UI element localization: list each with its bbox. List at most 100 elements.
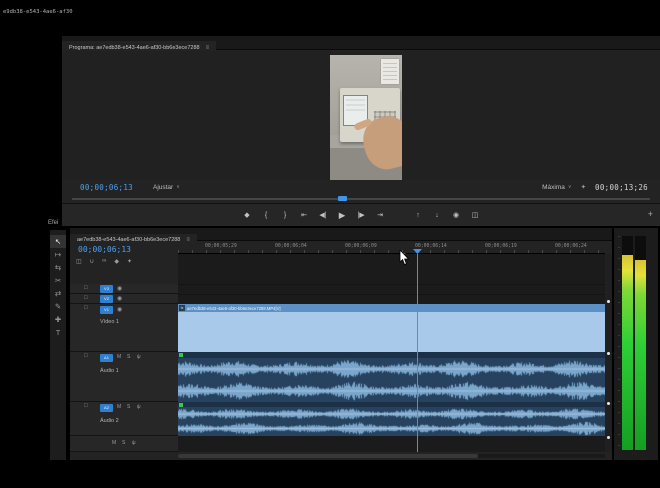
timeline-panel: ae7edb38-e543-4ae6-af30-bb6e3ece7288 ≡ 0… <box>70 228 612 460</box>
eye-icon[interactable]: ◉ <box>117 306 122 313</box>
snap-icon[interactable]: ∪ <box>90 258 94 265</box>
solo-button[interactable]: S <box>127 404 130 410</box>
audio-clip-a1[interactable] <box>178 352 605 402</box>
lift-button[interactable]: ↑ <box>412 212 424 219</box>
video-preview <box>330 55 402 180</box>
audio-meters-panel <box>614 228 658 460</box>
fx-badge-green[interactable] <box>179 353 183 357</box>
program-current-timecode[interactable]: 00;00;06;13 <box>80 183 133 192</box>
waveform-left <box>178 407 605 421</box>
mute-button[interactable]: M <box>117 354 121 360</box>
go-to-in-button[interactable]: ⇤ <box>298 211 310 219</box>
play-button[interactable]: ▶ <box>336 210 348 221</box>
go-to-out-button[interactable]: ⇥ <box>374 211 386 219</box>
track-target-v2[interactable]: V2 <box>100 295 113 303</box>
lock-icon[interactable]: □ <box>84 403 88 409</box>
lock-icon[interactable]: □ <box>84 353 88 359</box>
linked-selection-icon[interactable]: ∞ <box>102 258 106 265</box>
scrollbar-handle[interactable] <box>178 454 478 458</box>
playback-resolution-label: Máxima <box>542 184 565 191</box>
mute-button[interactable]: M <box>117 404 121 410</box>
audio-clip-a2[interactable] <box>178 402 605 436</box>
track-header-v1: □ V1 ◉ Vídeo 1 <box>70 304 178 352</box>
scrubber-playhead[interactable] <box>338 196 347 201</box>
program-duration-timecode: 00;00;13;26 <box>595 183 648 192</box>
meter-fill-right <box>635 260 646 450</box>
lock-icon[interactable]: □ <box>84 285 88 291</box>
step-forward-button[interactable]: |▶ <box>355 211 367 219</box>
add-marker-button[interactable]: ◆ <box>241 211 253 219</box>
selection-tool[interactable]: ↖ <box>50 235 66 248</box>
razor-tool[interactable]: ✂ <box>50 274 66 287</box>
mic-icon[interactable]: ψ <box>137 404 141 410</box>
track-name-audio2: Áudio 2 <box>100 418 119 424</box>
mouse-cursor <box>399 250 410 266</box>
track-target-v1[interactable]: V1 <box>100 306 113 314</box>
mute-button[interactable]: M <box>112 440 116 446</box>
playhead[interactable] <box>417 254 418 452</box>
fit-dropdown[interactable]: Ajustar ∨ <box>153 184 180 191</box>
settings-wrench-icon[interactable]: ✦ <box>581 183 586 191</box>
source-monitor-partial-tab[interactable]: e9db38-e543-4ae6-af30 <box>3 9 73 15</box>
solo-button[interactable]: S <box>122 440 125 446</box>
fx-badge[interactable]: fx <box>179 305 185 311</box>
track-resize-handle[interactable] <box>607 352 610 355</box>
tools-panel: ↖ ↦ ⇆ ✂ ⇄ ✎ ✚ T <box>50 230 66 460</box>
slip-tool[interactable]: ⇄ <box>50 287 66 300</box>
video-clip[interactable]: fx ae7edb38-e543-4ae6-af30-bb6e3ece7288.… <box>178 304 605 352</box>
track-header-a1: □ A1 M S ψ Áudio 1 <box>70 352 178 402</box>
track-resize-handle[interactable] <box>607 436 610 439</box>
track-resize-handle[interactable] <box>607 402 610 405</box>
solo-button[interactable]: S <box>127 354 130 360</box>
program-tab-bar: Programa: ae7edb38-e543-4ae6-af30-bb6e3e… <box>62 36 660 50</box>
meter-scale-ticks <box>618 236 620 450</box>
program-viewer <box>62 51 660 180</box>
sequence-tab-label: ae7edb38-e543-4ae6-af30-bb6e3ece7288 <box>77 237 180 243</box>
export-frame-button[interactable]: ◉ <box>450 211 462 219</box>
waveform-right <box>178 421 605 436</box>
track-target-a2[interactable]: A2 <box>100 404 113 412</box>
track-resize-handle[interactable] <box>607 300 610 303</box>
lock-icon[interactable]: □ <box>84 295 88 301</box>
button-editor-plus[interactable]: + <box>648 209 653 219</box>
timeline-current-timecode[interactable]: 00;00;06;13 <box>78 245 131 254</box>
chevron-down-icon: ∨ <box>176 184 180 190</box>
mic-icon[interactable]: ψ <box>137 354 141 360</box>
add-marker-icon[interactable]: ◆ <box>114 258 119 265</box>
pen-tool[interactable]: ✎ <box>50 300 66 313</box>
mark-in-button[interactable]: { <box>260 212 272 219</box>
ruler-label: 00;00;05;29 <box>205 244 237 249</box>
timeline-tab-bar: ae7edb38-e543-4ae6-af30-bb6e3ece7288 ≡ <box>70 228 612 241</box>
premiere-window: e9db38-e543-4ae6-af30 Programa: ae7edb38… <box>0 0 660 488</box>
step-back-button[interactable]: ◀| <box>317 211 329 219</box>
mark-out-button[interactable]: } <box>279 212 291 219</box>
timeline-horizontal-scrollbar[interactable] <box>178 454 605 458</box>
timeline-track-area[interactable]: fx ae7edb38-e543-4ae6-af30-bb6e3ece7288.… <box>178 254 605 452</box>
program-scrubber[interactable] <box>72 195 650 202</box>
eye-icon[interactable]: ◉ <box>117 295 122 302</box>
waveform-left <box>178 358 605 380</box>
hand-tool[interactable]: ✚ <box>50 313 66 326</box>
meter-bar-right <box>635 236 646 450</box>
timeline-toolbar: ◫ ∪ ∞ ◆ ✦ <box>76 258 132 265</box>
video-clip-title-bar: fx ae7edb38-e543-4ae6-af30-bb6e3ece7288.… <box>178 304 605 312</box>
lock-icon[interactable]: □ <box>84 305 88 311</box>
nest-toggle-icon[interactable]: ◫ <box>76 258 82 265</box>
chevron-down-icon: ∨ <box>568 184 572 190</box>
mic-icon[interactable]: ψ <box>132 440 136 446</box>
playback-resolution-dropdown[interactable]: Máxima ∨ <box>542 184 571 191</box>
track-select-tool[interactable]: ↦ <box>50 248 66 261</box>
track-name-video1: Vídeo 1 <box>100 319 119 325</box>
track-target-a1[interactable]: A1 <box>100 354 113 362</box>
settings-wrench-icon[interactable]: ✦ <box>127 258 132 265</box>
eye-icon[interactable]: ◉ <box>117 285 122 292</box>
fit-dropdown-label: Ajustar <box>153 184 173 191</box>
comparison-view-button[interactable]: ◫ <box>469 211 481 219</box>
timeline-ruler[interactable]: 00;00;05;29 00;00;06;04 00;00;06;09 00;0… <box>178 241 605 254</box>
type-tool[interactable]: T <box>50 326 66 339</box>
extract-button[interactable]: ↓ <box>431 212 443 219</box>
ripple-edit-tool[interactable]: ⇆ <box>50 261 66 274</box>
effects-panel-tab[interactable]: Efei <box>48 220 58 226</box>
meter-bar-left <box>622 236 633 450</box>
track-target-v3[interactable]: V3 <box>100 285 113 293</box>
